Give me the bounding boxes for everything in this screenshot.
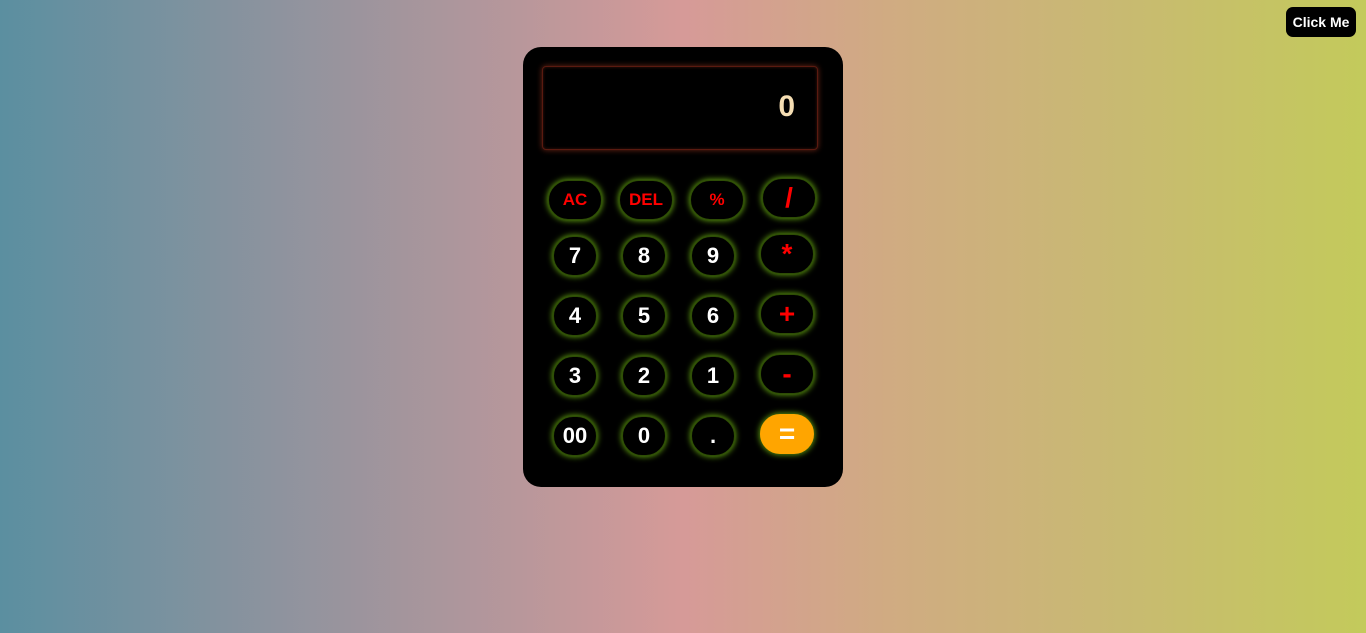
digit-8-button[interactable]: 8 [622,236,666,276]
all-clear-button[interactable]: AC [548,180,602,220]
digit-0-button[interactable]: 0 [622,416,666,456]
calculator-display: 0 [542,66,818,150]
percent-button[interactable]: % [690,180,744,220]
digit-2-button[interactable]: 2 [622,356,666,396]
digit-7-button[interactable]: 7 [553,236,597,276]
double-zero-button[interactable]: 00 [553,416,597,456]
digit-3-button[interactable]: 3 [553,356,597,396]
digit-9-button[interactable]: 9 [691,236,735,276]
multiply-button[interactable]: * [760,234,814,274]
delete-button[interactable]: DEL [619,180,673,220]
equals-button[interactable]: = [760,414,814,454]
divide-button[interactable]: / [762,178,816,218]
digit-6-button[interactable]: 6 [691,296,735,336]
click-me-button[interactable]: Click Me [1286,7,1356,37]
digit-5-button[interactable]: 5 [622,296,666,336]
subtract-button[interactable]: - [760,354,814,394]
digit-1-button[interactable]: 1 [691,356,735,396]
add-button[interactable]: + [760,294,814,334]
digit-4-button[interactable]: 4 [553,296,597,336]
calculator: 0 AC DEL % / 7 8 9 * 4 5 6 + 3 2 1 - 00 … [523,47,843,487]
decimal-button[interactable]: . [691,416,735,456]
